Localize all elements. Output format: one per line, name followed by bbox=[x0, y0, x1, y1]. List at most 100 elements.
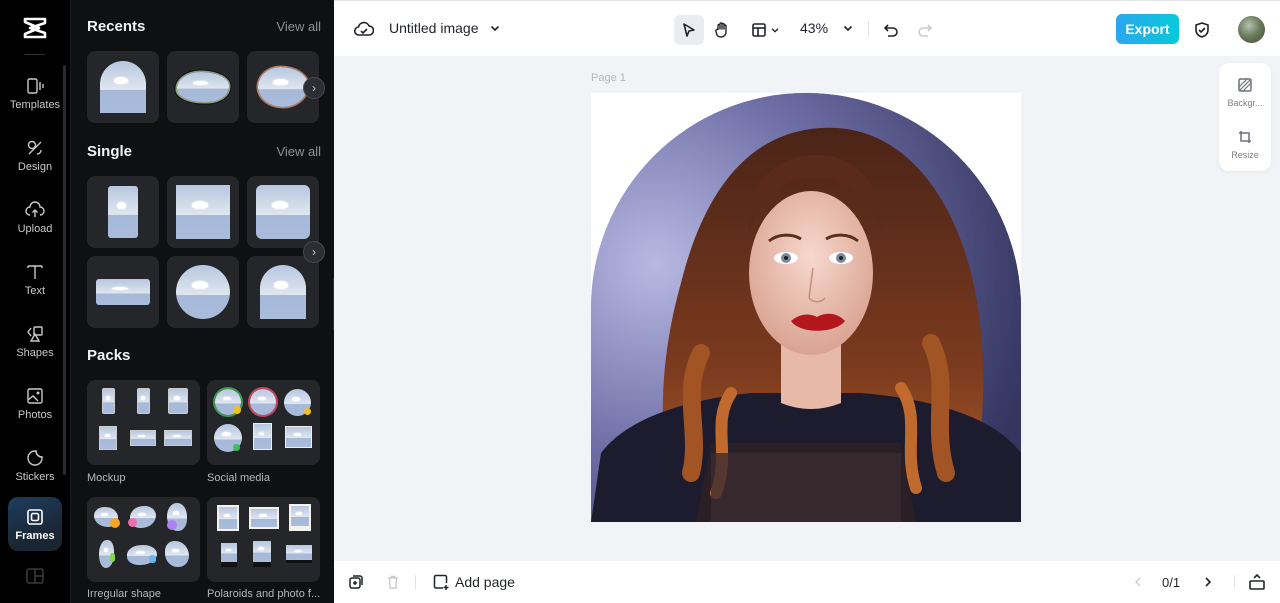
zoom-level: 43% bbox=[800, 20, 829, 36]
pack-irregular-shape[interactable] bbox=[87, 497, 200, 582]
undo-button[interactable] bbox=[876, 15, 906, 45]
previous-page-button[interactable] bbox=[1132, 572, 1144, 592]
rail-item-shapes[interactable]: Shapes bbox=[8, 314, 62, 368]
rail-divider bbox=[25, 54, 45, 55]
capcut-logo-icon[interactable] bbox=[22, 16, 48, 40]
pack-label: Irregular shape bbox=[87, 588, 161, 600]
rail-item-stickers[interactable]: Stickers bbox=[8, 438, 62, 492]
bottom-toolbar: Add page 0/1 bbox=[334, 561, 1280, 603]
pack-polaroids[interactable] bbox=[207, 497, 320, 582]
top-toolbar: Untitled image 43% Export bbox=[334, 0, 1280, 56]
more-tools-icon[interactable] bbox=[26, 568, 44, 584]
templates-icon bbox=[27, 77, 44, 94]
duplicate-page-icon bbox=[349, 575, 363, 589]
packs-title: Packs bbox=[87, 347, 131, 364]
canvas-area: Page 1 Backgr... Resize bbox=[334, 56, 1280, 561]
rail-item-label: Photos bbox=[17, 408, 53, 421]
undo-icon bbox=[883, 24, 898, 37]
pack-label: Polaroids and photo f... bbox=[207, 588, 321, 600]
rail-item-design[interactable]: Design bbox=[8, 128, 62, 182]
page-counter-wrap: 0/1 bbox=[1162, 572, 1180, 592]
single-frame-circle[interactable] bbox=[167, 256, 239, 328]
next-page-button[interactable] bbox=[1202, 572, 1214, 592]
frame-preview bbox=[176, 185, 230, 239]
stickers-icon bbox=[27, 449, 43, 466]
duplicate-page-button[interactable] bbox=[348, 572, 364, 592]
single-frame-landscape[interactable] bbox=[87, 256, 159, 328]
rail-item-templates[interactable]: Templates bbox=[8, 66, 62, 120]
pack-label: Mockup bbox=[87, 472, 126, 484]
security-shield-button[interactable] bbox=[1187, 15, 1217, 45]
single-frame-square[interactable] bbox=[167, 176, 239, 248]
layout-dropdown-button[interactable] bbox=[746, 15, 784, 45]
pointer-icon bbox=[683, 23, 695, 37]
arch-photo-frame[interactable] bbox=[591, 93, 1021, 522]
document-title: Untitled image bbox=[389, 20, 479, 36]
packs-header: Packs bbox=[87, 347, 321, 364]
page-label: Page 1 bbox=[591, 72, 626, 84]
export-button[interactable]: Export bbox=[1116, 14, 1179, 44]
user-avatar[interactable] bbox=[1238, 16, 1265, 43]
side-tool-label: Backgr... bbox=[1227, 97, 1263, 108]
pack-social-media[interactable] bbox=[207, 380, 320, 465]
icon-rail: Templates Design Upload Text Shapes Phot… bbox=[0, 0, 70, 603]
delete-page-button[interactable] bbox=[385, 572, 401, 592]
redo-icon bbox=[918, 24, 933, 37]
side-tool-label: Resize bbox=[1231, 149, 1259, 160]
select-tool-button[interactable] bbox=[674, 15, 704, 45]
rail-item-label: Stickers bbox=[15, 470, 55, 483]
recents-view-all-link[interactable]: View all bbox=[276, 19, 321, 34]
add-page-button[interactable]: Add page bbox=[432, 572, 515, 592]
rail-scrollbar[interactable] bbox=[63, 65, 66, 475]
cloud-save-status[interactable] bbox=[354, 20, 374, 38]
rail-item-label: Text bbox=[24, 284, 46, 297]
frame-preview bbox=[256, 185, 310, 239]
frame-preview bbox=[258, 67, 308, 107]
recents-next-arrow[interactable]: › bbox=[303, 77, 325, 99]
chevron-down-icon bbox=[490, 25, 499, 32]
redo-button[interactable] bbox=[910, 15, 940, 45]
rail-item-text[interactable]: Text bbox=[8, 252, 62, 306]
recent-frame-arch[interactable] bbox=[87, 51, 159, 123]
background-icon bbox=[1238, 77, 1252, 92]
rail-item-upload[interactable]: Upload bbox=[8, 190, 62, 244]
frames-icon bbox=[27, 508, 43, 525]
canvas-page[interactable] bbox=[591, 93, 1021, 522]
hand-tool-button[interactable] bbox=[707, 15, 737, 45]
photos-icon bbox=[27, 387, 43, 404]
single-frame-rounded-square[interactable] bbox=[247, 176, 319, 248]
resize-icon bbox=[1239, 130, 1251, 143]
frame-preview bbox=[176, 265, 230, 319]
pack-mockup[interactable] bbox=[87, 380, 200, 465]
rail-item-frames[interactable]: Frames bbox=[8, 497, 62, 551]
bottom-divider bbox=[1234, 575, 1235, 589]
recents-title: Recents bbox=[87, 18, 146, 35]
resize-tool-button[interactable]: Resize bbox=[1219, 119, 1271, 169]
chevron-left-icon bbox=[1135, 577, 1141, 587]
single-frame-portrait[interactable] bbox=[87, 176, 159, 248]
recents-header: Recents View all bbox=[87, 18, 321, 35]
shapes-icon bbox=[27, 325, 43, 342]
chevron-right-icon bbox=[1205, 577, 1212, 587]
shield-check-icon bbox=[1195, 22, 1209, 38]
single-title: Single bbox=[87, 143, 133, 160]
toolbar-divider bbox=[868, 21, 869, 37]
add-page-label: Add page bbox=[455, 574, 515, 590]
single-view-all-link[interactable]: View all bbox=[276, 144, 321, 159]
recent-frame-blob[interactable] bbox=[167, 51, 239, 123]
background-tool-button[interactable]: Backgr... bbox=[1219, 67, 1271, 117]
zoom-dropdown[interactable]: 43% bbox=[800, 20, 854, 36]
rail-item-photos[interactable]: Photos bbox=[8, 376, 62, 430]
hand-icon bbox=[715, 22, 727, 38]
document-title-dropdown[interactable]: Untitled image bbox=[389, 20, 501, 36]
frame-preview bbox=[260, 265, 306, 319]
upload-icon bbox=[25, 200, 45, 217]
cloud-check-icon bbox=[354, 21, 374, 36]
pack-label: Social media bbox=[207, 472, 270, 484]
single-next-arrow[interactable]: › bbox=[303, 241, 325, 263]
trash-icon bbox=[388, 575, 398, 589]
single-frame-arch[interactable] bbox=[247, 256, 319, 328]
page-manager-button[interactable] bbox=[1248, 572, 1266, 592]
design-icon bbox=[27, 140, 42, 155]
rail-item-label: Design bbox=[17, 160, 53, 173]
